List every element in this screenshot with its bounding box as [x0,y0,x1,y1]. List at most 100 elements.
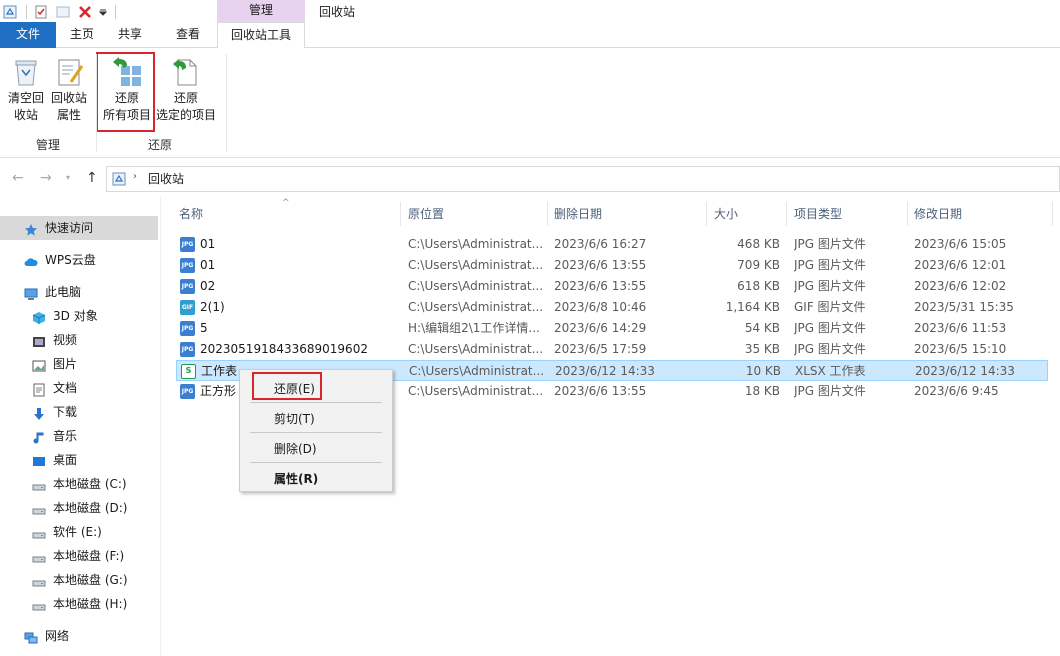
music-icon [32,429,46,444]
pane-divider[interactable] [160,196,161,656]
sidebar-item[interactable]: 快速访问 [0,216,158,240]
drive-icon [32,477,46,491]
drive-icon [32,573,46,587]
sidebar-item[interactable]: 网络 [0,624,158,648]
cloud-icon [24,253,38,267]
cell-date-modified: 2023/6/6 12:02 [914,279,1007,293]
sidebar-item-label: 下载 [53,405,78,419]
sidebar-item-label: 此电脑 [45,285,82,299]
cell-date-deleted: 2023/6/6 13:55 [554,279,647,293]
tab-recycle-bin-tools[interactable]: 回收站工具 [217,22,305,49]
cell-size: 10 KB [745,364,781,378]
context-menu: 还原(E) 剪切(T) 删除(D) 属性(R) [239,369,393,492]
empty-bin-label-1: 清空回 [7,91,44,105]
back-arrow-icon[interactable]: ← [12,170,24,186]
sidebar-item[interactable]: 桌面 [0,448,158,472]
cell-size: 35 KB [744,342,780,356]
sidebar-item[interactable]: WPS云盘 [0,248,158,272]
properties-icon[interactable] [33,4,49,20]
tab-view[interactable]: 查看 [164,22,212,48]
cell-date-deleted: 2023/6/6 14:29 [554,321,647,335]
sidebar-item[interactable]: 本地磁盘 (H:) [0,592,158,616]
sidebar-item[interactable]: 音乐 [0,424,158,448]
file-row[interactable]: GIF 2(1) C:\Users\Administrat... 2023/6/8 1… [176,297,1048,318]
sidebar-item-label: 桌面 [53,453,78,467]
cell-name: 工作表 [201,364,238,378]
sidebar-item[interactable]: 视频 [0,328,158,352]
cell-original-location: C:\Users\Administrat... [408,237,544,251]
cell-item-type: JPG 图片文件 [794,321,866,335]
picture-icon [32,357,46,372]
recycle-bin-properties-button[interactable]: 回收站 属性 [47,56,91,124]
new-folder-icon[interactable] [55,4,71,20]
menu-item-cut[interactable]: 剪切(T) [274,410,315,427]
column-header-date-modified[interactable]: 修改日期 [914,200,962,228]
delete-icon[interactable] [77,4,93,20]
sidebar-item[interactable]: 图片 [0,352,158,376]
cell-name: 01 [200,237,216,251]
sidebar-item[interactable]: 本地磁盘 (G:) [0,568,158,592]
file-row[interactable]: JPG 5 H:\编辑组2\1工作详情... 2023/6/6 14:29 54 KB J… [176,318,1048,339]
cell-item-type: JPG 图片文件 [794,342,866,356]
menu-item-properties[interactable]: 属性(R) [274,470,318,487]
column-header-item-type[interactable]: 项目类型 [794,200,842,228]
sidebar-item[interactable]: 3D 对象 [0,304,158,328]
address-input[interactable]: › [106,166,1060,192]
file-row[interactable]: JPG 01 C:\Users\Administrat... 2023/6/6 16:… [176,234,1048,255]
image-file-icon: JPG [180,384,195,399]
menu-separator [250,402,382,403]
sidebar-item[interactable]: 此电脑 [0,280,158,304]
file-row[interactable]: JPG 02 C:\Users\Administrat... 2023/6/6 13:… [176,276,1048,297]
column-header-original-location[interactable]: 原位置 [408,200,444,228]
column-divider[interactable] [400,202,401,226]
chevron-right-icon[interactable]: › [133,171,137,182]
restore-all-highlight [96,52,155,132]
tab-home[interactable]: 主页 [58,22,106,48]
group-label-restore: 还原 [148,138,173,152]
column-header-date-deleted[interactable]: 删除日期 [554,200,602,228]
column-divider[interactable] [907,202,908,226]
file-row[interactable]: JPG 01 C:\Users\Administrat... 2023/6/6 13:… [176,255,1048,276]
cell-date-deleted: 2023/6/5 17:59 [554,342,647,356]
tab-share[interactable]: 共享 [108,22,152,48]
column-header-name[interactable]: 名称 [179,200,203,228]
title-bar: 管理 回收站 [0,0,1060,24]
sidebar-item[interactable]: 下载 [0,400,158,424]
cell-date-deleted: 2023/6/6 16:27 [554,237,647,251]
tab-file[interactable]: 文件 [0,22,56,48]
cell-date-modified: 2023/6/5 15:10 [914,342,1007,356]
quick-access-toolbar [0,0,120,24]
cell-original-location: H:\编辑组2\1工作详情... [408,321,540,335]
cell-name: 20230519184336890196​02 [200,342,368,356]
customize-toolbar-icon[interactable] [99,4,107,20]
column-divider[interactable] [706,202,707,226]
sidebar-item[interactable]: 软件 (E:) [0,520,158,544]
cell-original-location: C:\Users\Administrat... [408,258,544,272]
column-header-size[interactable]: 大小 [714,200,738,228]
empty-recycle-bin-button[interactable]: 清空回 收站 [4,56,48,124]
cell-item-type: JPG 图片文件 [794,258,866,272]
address-path[interactable]: 回收站 [148,170,184,187]
column-divider[interactable] [1052,202,1053,226]
sidebar-item[interactable]: 本地磁盘 (C:) [0,472,158,496]
sidebar-item-label: 本地磁盘 (F:) [53,549,125,563]
sidebar-item-label: 本地磁盘 (H:) [53,597,128,611]
recent-locations-icon[interactable]: ▾ [66,173,70,182]
column-divider[interactable] [786,202,787,226]
bin-props-label-1: 回收站 [50,91,87,105]
cell-date-modified: 2023/6/6 9:45 [914,384,999,398]
menu-item-delete[interactable]: 删除(D) [274,440,317,457]
sidebar-item[interactable]: 文档 [0,376,158,400]
cell-date-modified: 2023/6/6 15:05 [914,237,1007,251]
forward-arrow-icon[interactable]: → [40,170,52,186]
up-arrow-icon[interactable]: ↑ [86,170,98,186]
column-divider[interactable] [547,202,548,226]
group-separator [226,54,227,152]
cell-size: 18 KB [744,384,780,398]
sidebar-item[interactable]: 本地磁盘 (D:) [0,496,158,520]
sidebar-item[interactable]: 本地磁盘 (F:) [0,544,158,568]
sidebar-item-label: 音乐 [53,429,78,443]
window-title: 回收站 [319,5,356,19]
restore-selected-items-button[interactable]: 还原 选定的项目 [155,56,217,124]
file-row[interactable]: JPG 20230519184336890196​02 C:\Users\Admin… [176,339,1048,360]
